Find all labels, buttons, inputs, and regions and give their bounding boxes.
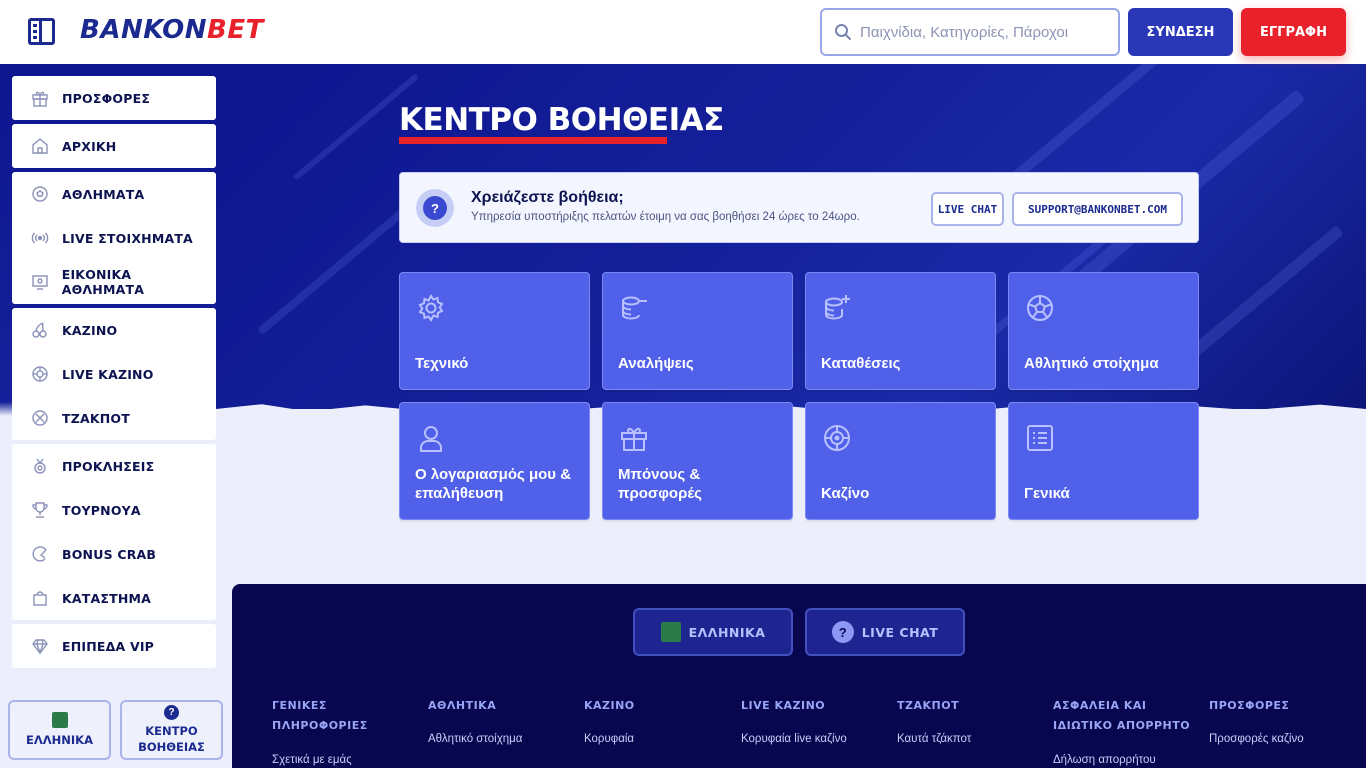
search-icon — [835, 24, 851, 40]
footer-column-casino: ΚΑΖΙΝΟ Κορυφαία — [584, 696, 724, 745]
globe-icon — [51, 712, 68, 728]
gift-icon — [621, 427, 647, 451]
sidebar-group-vip: ΕΠΙΠΕΔΑ VIP — [12, 624, 216, 668]
category-tile-general[interactable]: Γενικά — [1008, 402, 1199, 520]
sidebar-group-sports: ΑΘΛΗΜΑΤΑ LIVE ΣΤΟΙΧΗΜΑΤΑ ΕΙΚΟΝΙΚΑ ΑΘΛΗΜΑ… — [12, 172, 216, 304]
footer-column-promotions: ΠΡΟΣΦΟΡΕΣ Προσφορές καζίνο — [1209, 696, 1349, 745]
shopping-bag-icon — [30, 588, 50, 608]
roulette-icon — [30, 364, 50, 384]
title-underline — [399, 137, 667, 144]
footer-column-privacy: ΑΣΦΑΛΕΙΑ ΚΑΙ ΙΔΙΩΤΙΚΟ ΑΠΟΡΡΗΤΟ Δήλωση απ… — [1053, 696, 1193, 766]
sidebar-toggle-icon[interactable] — [28, 18, 55, 45]
globe-icon — [660, 622, 681, 642]
soccer-ball-icon — [30, 184, 50, 204]
sidebar-item-jackpot[interactable]: ΤΖΑΚΠΟΤ — [12, 396, 216, 440]
trophy-icon — [30, 500, 50, 520]
sidebar-item-live-betting[interactable]: LIVE ΣΤΟΙΧΗΜΑΤΑ — [12, 216, 216, 260]
cherries-icon — [30, 320, 50, 340]
sidebar-item-home[interactable]: ΑΡΧΙΚΗ — [12, 124, 216, 168]
register-button[interactable]: ΕΓΓΡΑΦΗ — [1241, 8, 1346, 56]
footer-link-sports-betting[interactable]: Αθλητικό στοίχημα — [428, 733, 568, 745]
brand-logo[interactable]: BANKONBET — [80, 15, 264, 45]
sidebar-item-live-casino[interactable]: LIVE ΚΑΖΙΝΟ — [12, 352, 216, 396]
category-tile-deposits[interactable]: Καταθέσεις — [805, 272, 996, 390]
footer-link-privacy-statement[interactable]: Δήλωση απορρήτου — [1053, 754, 1193, 766]
gear-icon — [418, 294, 444, 322]
live-chat-button[interactable]: LIVE CHAT — [931, 192, 1004, 226]
help-card-subtitle: Υπηρεσία υποστήριξης πελατών έτοιμη να σ… — [471, 211, 860, 223]
coins-minus-icon — [622, 296, 647, 320]
category-tile-withdrawals[interactable]: Αναλήψεις — [602, 272, 793, 390]
sidebar-group-promotions: ΠΡΟΣΦΟΡΕΣ — [12, 76, 216, 120]
category-tile-casino[interactable]: Καζίνο — [805, 402, 996, 520]
language-button[interactable]: ΕΛΛΗΝΙΚΑ — [8, 700, 111, 760]
category-tile-bonus-promotions[interactable]: Μπόνους & προσφορές — [602, 402, 793, 520]
help-card-title: Χρειάζεστε βοήθεια; — [471, 189, 624, 206]
footer-link-hot-jackpots[interactable]: Καυτά τζάκποτ — [897, 733, 1037, 745]
jackpot-icon — [30, 408, 50, 428]
question-icon: ? — [164, 705, 179, 720]
crab-claw-icon — [30, 544, 50, 564]
sidebar-item-vip-levels[interactable]: ΕΠΙΠΕΔΑ VIP — [12, 624, 216, 668]
sidebar-item-challenges[interactable]: ΠΡΟΚΛΗΣΕΙΣ — [12, 444, 216, 488]
sidebar-item-shop[interactable]: ΚΑΤΑΣΤΗΜΑ — [12, 576, 216, 620]
footer-column-general: ΓΕΝΙΚΕΣ ΠΛΗΡΟΦΟΡΙΕΣ Σχετικά με εμάς — [272, 696, 412, 766]
sidebar-group-casino: ΚΑΖΙΝΟ LIVE ΚΑΖΙΝΟ ΤΖΑΚΠΟΤ — [12, 308, 216, 440]
medal-icon — [30, 456, 50, 476]
broadcast-icon — [30, 228, 50, 248]
sidebar-item-casino[interactable]: ΚΑΖΙΝΟ — [12, 308, 216, 352]
sidebar-group-home: ΑΡΧΙΚΗ — [12, 124, 216, 168]
sidebar-item-bonus-crab[interactable]: BONUS CRAB — [12, 532, 216, 576]
monitor-icon — [30, 272, 50, 292]
footer-column-live-casino: LIVE ΚΑΖΙΝΟ Κορυφαία live καζίνο — [741, 696, 881, 745]
need-help-card: ? Χρειάζεστε βοήθεια; Υπηρεσία υποστήριξ… — [399, 172, 1199, 243]
sidebar-item-virtual-sports[interactable]: ΕΙΚΟΝΙΚΑ ΑΘΛΗΜΑΤΑ — [12, 260, 216, 304]
footer-column-jackpot: ΤΖΑΚΠΟΤ Καυτά τζάκποτ — [897, 696, 1037, 745]
sidebar-bottom-buttons: ΕΛΛΗΝΙΚΑ ? ΚΕΝΤΡΟ ΒΟΗΘΕΙΑΣ — [8, 700, 224, 760]
home-icon — [30, 136, 50, 156]
search-box[interactable] — [820, 8, 1120, 56]
category-tile-technical[interactable]: Τεχνικό — [399, 272, 590, 390]
soccer-ball-icon — [1027, 295, 1053, 321]
sidebar-item-sports[interactable]: ΑΘΛΗΜΑΤΑ — [12, 172, 216, 216]
category-tile-sports-betting[interactable]: Αθλητικό στοίχημα — [1008, 272, 1199, 390]
user-icon — [420, 426, 442, 452]
help-question-icon: ? — [416, 189, 454, 227]
footer-link-casino-promotions[interactable]: Προσφορές καζίνο — [1209, 733, 1349, 745]
footer: ΕΛΛΗΝΙΚΑ ? LIVE CHAT ΓΕΝΙΚΕΣ ΠΛΗΡΟΦΟΡΙΕΣ… — [232, 584, 1366, 768]
category-tile-account-verification[interactable]: Ο λογαριασμός μου & επαλήθευση — [399, 402, 590, 520]
sidebar-group-rewards: ΠΡΟΚΛΗΣΕΙΣ ΤΟΥΡΝΟΥΑ BONUS CRAB ΚΑΤΑΣΤΗΜΑ — [12, 444, 216, 620]
footer-link-about[interactable]: Σχετικά με εμάς — [272, 754, 412, 766]
diamond-icon — [30, 636, 50, 656]
page-title: ΚΕΝΤΡΟ ΒΟΗΘΕΙΑΣ — [399, 102, 724, 138]
sidebar-item-promotions[interactable]: ΠΡΟΣΦΟΡΕΣ — [12, 76, 216, 120]
question-icon: ? — [831, 621, 854, 643]
footer-live-chat-button[interactable]: ? LIVE CHAT — [805, 608, 965, 656]
gift-icon — [30, 88, 50, 108]
footer-column-sports: ΑΘΛΗΤΙΚΑ Αθλητικό στοίχημα — [428, 696, 568, 745]
sidebar-nav: ΠΡΟΣΦΟΡΕΣ ΑΡΧΙΚΗ ΑΘΛΗΜΑΤΑ LIVE ΣΤΟΙΧΗΜΑΤ… — [12, 76, 216, 672]
login-button[interactable]: ΣΥΝΔΕΣΗ — [1128, 8, 1233, 56]
footer-language-button[interactable]: ΕΛΛΗΝΙΚΑ — [633, 608, 793, 656]
sidebar-item-tournaments[interactable]: ΤΟΥΡΝΟΥΑ — [12, 488, 216, 532]
support-email-button[interactable]: SUPPORT@BANKONBET.COM — [1012, 192, 1183, 226]
list-icon — [1027, 425, 1053, 451]
coins-plus-icon — [825, 295, 850, 320]
top-header: BANKONBET ΣΥΝΔΕΣΗ ΕΓΓΡΑΦΗ — [0, 0, 1366, 64]
help-center-button[interactable]: ? ΚΕΝΤΡΟ ΒΟΗΘΕΙΑΣ — [120, 700, 223, 760]
footer-link-live-casino-top[interactable]: Κορυφαία live καζίνο — [741, 733, 881, 745]
footer-link-casino-top[interactable]: Κορυφαία — [584, 733, 724, 745]
roulette-icon — [824, 425, 850, 451]
search-input[interactable] — [860, 23, 1110, 41]
